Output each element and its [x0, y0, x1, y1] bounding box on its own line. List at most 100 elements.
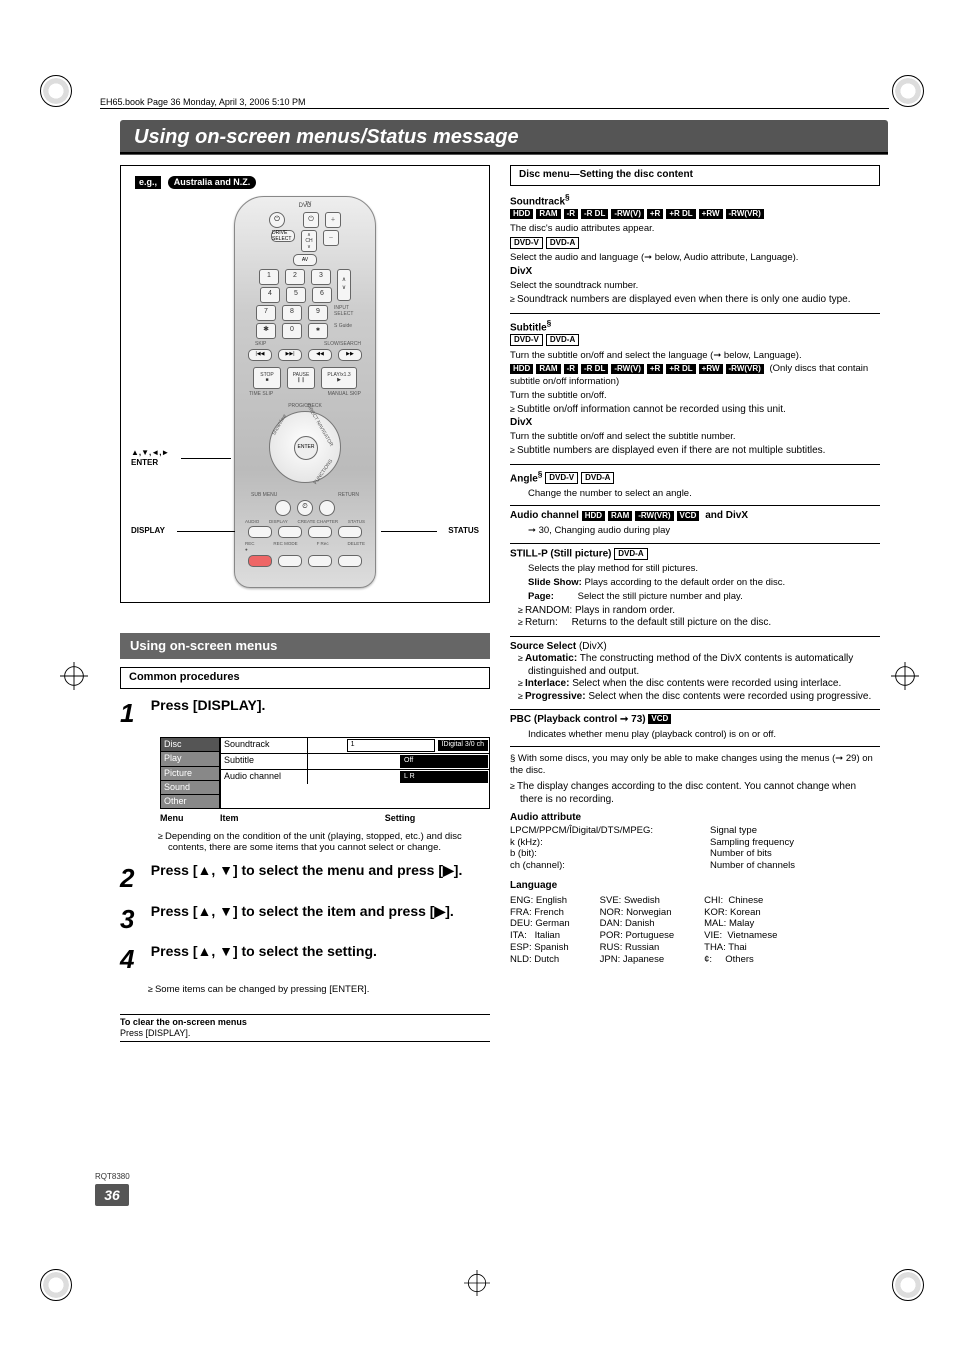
header-rule	[100, 108, 889, 109]
footnotes: § With some discs, you may only be able …	[510, 746, 880, 806]
pause-button: PAUSE ❙❙	[287, 367, 315, 389]
step-text: Press [▲, ▼] to select the menu and pres…	[151, 862, 489, 880]
menu-row-picture: Picture	[160, 766, 220, 780]
corner-disc	[40, 1269, 72, 1301]
keypad-4: 4	[260, 287, 280, 303]
recmode-button	[278, 555, 302, 567]
step-text: Press [▲, ▼] to select the setting.	[151, 943, 489, 961]
volume-up-button: ＋	[325, 212, 341, 228]
erase-button	[338, 555, 362, 567]
input-select-label: INPUT SELECT	[334, 305, 354, 321]
time-slip-label: TIME SLIP	[249, 391, 273, 397]
audio-button	[248, 526, 272, 538]
block-soundtrack: Soundtrack§ HDDRAM-R-R DL-RW(V)+R+R DL+R…	[510, 192, 880, 307]
keypad-6: 6	[312, 287, 332, 303]
callout-arrows-enter: ▲,▼,◄,► ENTER	[131, 448, 169, 468]
region-label: Australia and N.Z.	[168, 176, 257, 189]
create-chapter-button	[308, 526, 332, 538]
block-still-p: STILL-P (Still picture) DVD-A Selects th…	[510, 543, 880, 630]
step-number: 4	[120, 943, 148, 976]
sguide-label: S Guide	[334, 323, 354, 339]
remote-diagram-box: e.g., Australia and N.Z. DVD ⏻ ⏻ ＋	[120, 165, 490, 603]
menu-row-disc: Disc	[160, 737, 220, 751]
ch-button: ∧CH∨	[301, 230, 317, 252]
delete-button: ✱	[256, 323, 276, 339]
search-button: ▶▶	[338, 349, 362, 361]
keypad-7: 7	[256, 305, 276, 321]
callout-line	[177, 531, 235, 532]
lang-col-2: SVE: Swedish NOR: Norwegian DAN: Danish …	[600, 895, 674, 966]
right-column: Disc menu—Setting the disc content Sound…	[510, 165, 880, 1042]
registration-target-bottom	[464, 1270, 490, 1296]
volume-down-button: －	[323, 230, 339, 246]
return-label: RETURN	[338, 492, 359, 498]
step-number: 3	[120, 903, 148, 936]
keypad-2: 2	[285, 269, 305, 285]
step-text: Press [DISPLAY].	[151, 697, 489, 715]
step-number: 2	[120, 862, 148, 895]
language-table: Language ENG: English FRA: French DEU: G…	[510, 880, 880, 966]
submenu-button	[275, 500, 291, 516]
doc-code: RQT8380	[95, 1172, 130, 1181]
menu-row-play: Play	[160, 751, 220, 765]
registration-target-right	[891, 662, 919, 690]
callout-line	[181, 458, 231, 459]
remote-body: DVD ⏻ ⏻ ＋ TV DRIVE SELECT ∧CH∨	[234, 196, 376, 588]
keypad-8: 8	[282, 305, 302, 321]
display-button	[278, 526, 302, 538]
keypad-1: 1	[259, 269, 279, 285]
menu-column-labels: Menu Item Setting	[160, 813, 490, 824]
play-button: PLAY/x1.3 ▶	[321, 367, 357, 389]
enter-button: ENTER	[294, 436, 318, 460]
header-note: EH65.book Page 36 Monday, April 3, 2006 …	[100, 97, 305, 107]
menu-item-subtitle: Subtitle Off	[221, 754, 489, 770]
keypad-0: 0	[282, 323, 302, 339]
av-button: AV	[293, 254, 317, 266]
manual-skip-label: MANUAL SKIP	[328, 391, 361, 397]
nav-ring: ShowView DIRECT NAVIGATOR FUNCTIONS ENTE…	[269, 411, 341, 483]
skip-prev-button: |◀◀	[248, 349, 272, 361]
corner-disc	[892, 1269, 924, 1301]
lang-col-3: CHI: Chinese KOR: Korean MAL: Malay VIE:…	[704, 895, 777, 966]
block-subtitle: Subtitle§ DVD-VDVD-A Turn the subtitle o…	[510, 313, 880, 458]
title-underline	[120, 152, 888, 154]
callout-line	[381, 531, 437, 532]
menu-item-audio-channel: Audio channel L R	[221, 770, 489, 785]
step-number: 1	[120, 697, 148, 730]
page-title: Using on-screen menus/Status message	[120, 120, 888, 155]
eg-label: e.g.,	[135, 176, 161, 189]
block-source-select: Source Select (DivX) Automatic: The cons…	[510, 636, 880, 704]
menu-row-sound: Sound	[160, 780, 220, 794]
step-4: 4 Press [▲, ▼] to select the setting.	[120, 943, 490, 976]
step-1: 1 Press [DISPLAY].	[120, 697, 490, 730]
stop-button: STOP ■	[253, 367, 281, 389]
flex-button	[308, 555, 332, 567]
step4-note: Some items can be changed by pressing [E…	[158, 984, 490, 996]
page: EH65.book Page 36 Monday, April 3, 2006 …	[0, 0, 954, 1351]
content: e.g., Australia and N.Z. DVD ⏻ ⏻ ＋	[120, 165, 890, 1042]
step1-note: Depending on the condition of the unit (…	[168, 831, 490, 855]
keypad-9: 9	[308, 305, 328, 321]
onscreen-menu-illustration: Disc Play Picture Sound Other Soundtrack…	[160, 737, 490, 809]
clear-menus-note: To clear the on-screen menus Press [DISP…	[120, 1014, 490, 1043]
left-column: e.g., Australia and N.Z. DVD ⏻ ⏻ ＋	[120, 165, 490, 1042]
block-angle: Angle§ DVD-VDVD-A Change the number to s…	[510, 464, 880, 500]
section-using-menus: Using on-screen menus	[120, 633, 490, 659]
menu-item-soundtrack: Soundtrack 1ÎDigital 3/0 ch	[221, 738, 489, 754]
cancel-button: ✱	[308, 323, 328, 339]
drive-select-button: DRIVE SELECT	[271, 230, 295, 242]
step-3: 3 Press [▲, ▼] to select the item and pr…	[120, 903, 490, 936]
disc-menu-heading: Disc menu—Setting the disc content	[510, 165, 880, 186]
keypad-3: 3	[311, 269, 331, 285]
status-button	[338, 526, 362, 538]
page-number: 36	[95, 1184, 129, 1206]
rec-button	[248, 555, 272, 567]
lang-col-1: ENG: English FRA: French DEU: German ITA…	[510, 895, 570, 966]
step-text: Press [▲, ▼] to select the item and pres…	[151, 903, 489, 921]
tv-label: TV	[305, 201, 311, 207]
block-audio-channel: Audio channel HDDRAM-RW(VR)VCD and DivX …	[510, 505, 880, 536]
skip-next-button: ▶▶|	[278, 349, 302, 361]
step-2: 2 Press [▲, ▼] to select the menu and pr…	[120, 862, 490, 895]
block-pbc: PBC (Playback control ➞ 73) VCD Indicate…	[510, 709, 880, 740]
registration-target-left	[60, 662, 88, 690]
